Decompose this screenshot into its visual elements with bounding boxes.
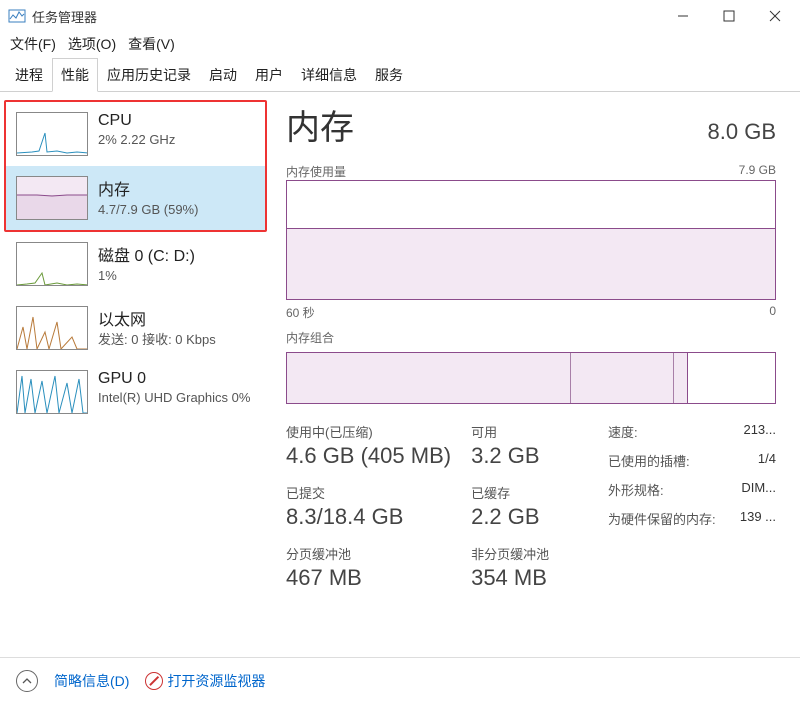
menu-bar: 文件(F) 选项(O) 查看(V) bbox=[0, 32, 800, 58]
usage-chart-label: 内存使用量 bbox=[286, 163, 346, 180]
disk-title: 磁盘 0 (C: D:) bbox=[98, 242, 195, 266]
footer-bar: 简略信息(D) 打开资源监视器 bbox=[0, 657, 800, 703]
detail-total: 8.0 GB bbox=[708, 119, 776, 145]
stat-paged: 分页缓冲池 467 MB bbox=[286, 544, 451, 591]
tab-bar: 进程 性能 应用历史记录 启动 用户 详细信息 服务 bbox=[0, 58, 800, 92]
tab-processes[interactable]: 进程 bbox=[6, 58, 52, 91]
stat-available: 可用 3.2 GB bbox=[471, 422, 590, 469]
memory-hardware-info: 速度:213... 已使用的插槽:1/4 外形规格:DIM... 为硬件保留的内… bbox=[608, 422, 776, 591]
menu-options[interactable]: 选项(O) bbox=[68, 34, 116, 54]
stat-in-use: 使用中(已压缩) 4.6 GB (405 MB) bbox=[286, 422, 451, 469]
close-button[interactable] bbox=[752, 1, 798, 31]
memory-thumbnail-chart bbox=[16, 176, 88, 220]
ethernet-sub: 发送: 0 接收: 0 Kbps bbox=[98, 332, 216, 349]
cpu-title: CPU bbox=[98, 112, 175, 130]
memory-stats: 使用中(已压缩) 4.6 GB (405 MB) 可用 3.2 GB 已提交 8… bbox=[286, 422, 776, 591]
prohibited-icon bbox=[145, 672, 163, 690]
usage-chart-max: 7.9 GB bbox=[739, 163, 776, 180]
usage-chart-xleft: 60 秒 bbox=[286, 304, 315, 321]
tab-services[interactable]: 服务 bbox=[366, 58, 412, 91]
ethernet-thumbnail-chart bbox=[16, 306, 88, 350]
main-area: CPU 2% 2.22 GHz 内存 4.7/7.9 GB (59%) bbox=[0, 92, 800, 638]
sidebar-item-disk[interactable]: 磁盘 0 (C: D:) 1% bbox=[6, 232, 269, 296]
composition-label: 内存组合 bbox=[286, 329, 334, 346]
tab-startup[interactable]: 启动 bbox=[200, 58, 246, 91]
gpu-title: GPU 0 bbox=[98, 370, 250, 388]
task-manager-icon bbox=[8, 7, 26, 25]
cpu-sub: 2% 2.22 GHz bbox=[98, 132, 175, 149]
tab-users[interactable]: 用户 bbox=[246, 58, 292, 91]
memory-detail-panel: 内存 8.0 GB 内存使用量 7.9 GB 60 秒 0 内存组合 使用中(已… bbox=[270, 92, 800, 638]
sidebar-item-cpu[interactable]: CPU 2% 2.22 GHz bbox=[6, 102, 265, 166]
menu-view[interactable]: 查看(V) bbox=[128, 34, 175, 54]
stat-nonpaged: 非分页缓冲池 354 MB bbox=[471, 544, 590, 591]
memory-composition-chart bbox=[286, 352, 776, 404]
stat-cached: 已缓存 2.2 GB bbox=[471, 483, 590, 530]
gpu-thumbnail-chart bbox=[16, 370, 88, 414]
minimize-button[interactable] bbox=[660, 1, 706, 31]
sidebar-item-ethernet[interactable]: 以太网 发送: 0 接收: 0 Kbps bbox=[6, 296, 269, 360]
stat-committed: 已提交 8.3/18.4 GB bbox=[286, 483, 451, 530]
memory-usage-chart bbox=[286, 180, 776, 300]
open-resource-monitor-link[interactable]: 打开资源监视器 bbox=[145, 671, 265, 691]
sidebar-item-memory[interactable]: 内存 4.7/7.9 GB (59%) bbox=[6, 166, 265, 230]
tab-details[interactable]: 详细信息 bbox=[292, 58, 366, 91]
maximize-button[interactable] bbox=[706, 1, 752, 31]
menu-file[interactable]: 文件(F) bbox=[10, 34, 56, 54]
memory-title: 内存 bbox=[98, 176, 198, 200]
tab-performance[interactable]: 性能 bbox=[52, 58, 98, 92]
memory-sub: 4.7/7.9 GB (59%) bbox=[98, 202, 198, 219]
usage-chart-xright: 0 bbox=[769, 304, 776, 321]
fewer-details-link[interactable]: 简略信息(D) bbox=[54, 671, 129, 691]
title-bar: 任务管理器 bbox=[0, 0, 800, 32]
ethernet-title: 以太网 bbox=[98, 306, 216, 330]
detail-title: 内存 bbox=[286, 100, 354, 149]
sidebar-item-gpu[interactable]: GPU 0 Intel(R) UHD Graphics 0% bbox=[6, 360, 269, 424]
red-highlight-box: CPU 2% 2.22 GHz 内存 4.7/7.9 GB (59%) bbox=[4, 100, 267, 232]
chevron-up-icon[interactable] bbox=[16, 670, 38, 692]
disk-thumbnail-chart bbox=[16, 242, 88, 286]
tab-app-history[interactable]: 应用历史记录 bbox=[98, 58, 200, 91]
performance-sidebar: CPU 2% 2.22 GHz 内存 4.7/7.9 GB (59%) bbox=[0, 92, 270, 638]
gpu-sub: Intel(R) UHD Graphics 0% bbox=[98, 390, 250, 407]
cpu-thumbnail-chart bbox=[16, 112, 88, 156]
disk-sub: 1% bbox=[98, 268, 195, 285]
window-title: 任务管理器 bbox=[32, 7, 660, 26]
